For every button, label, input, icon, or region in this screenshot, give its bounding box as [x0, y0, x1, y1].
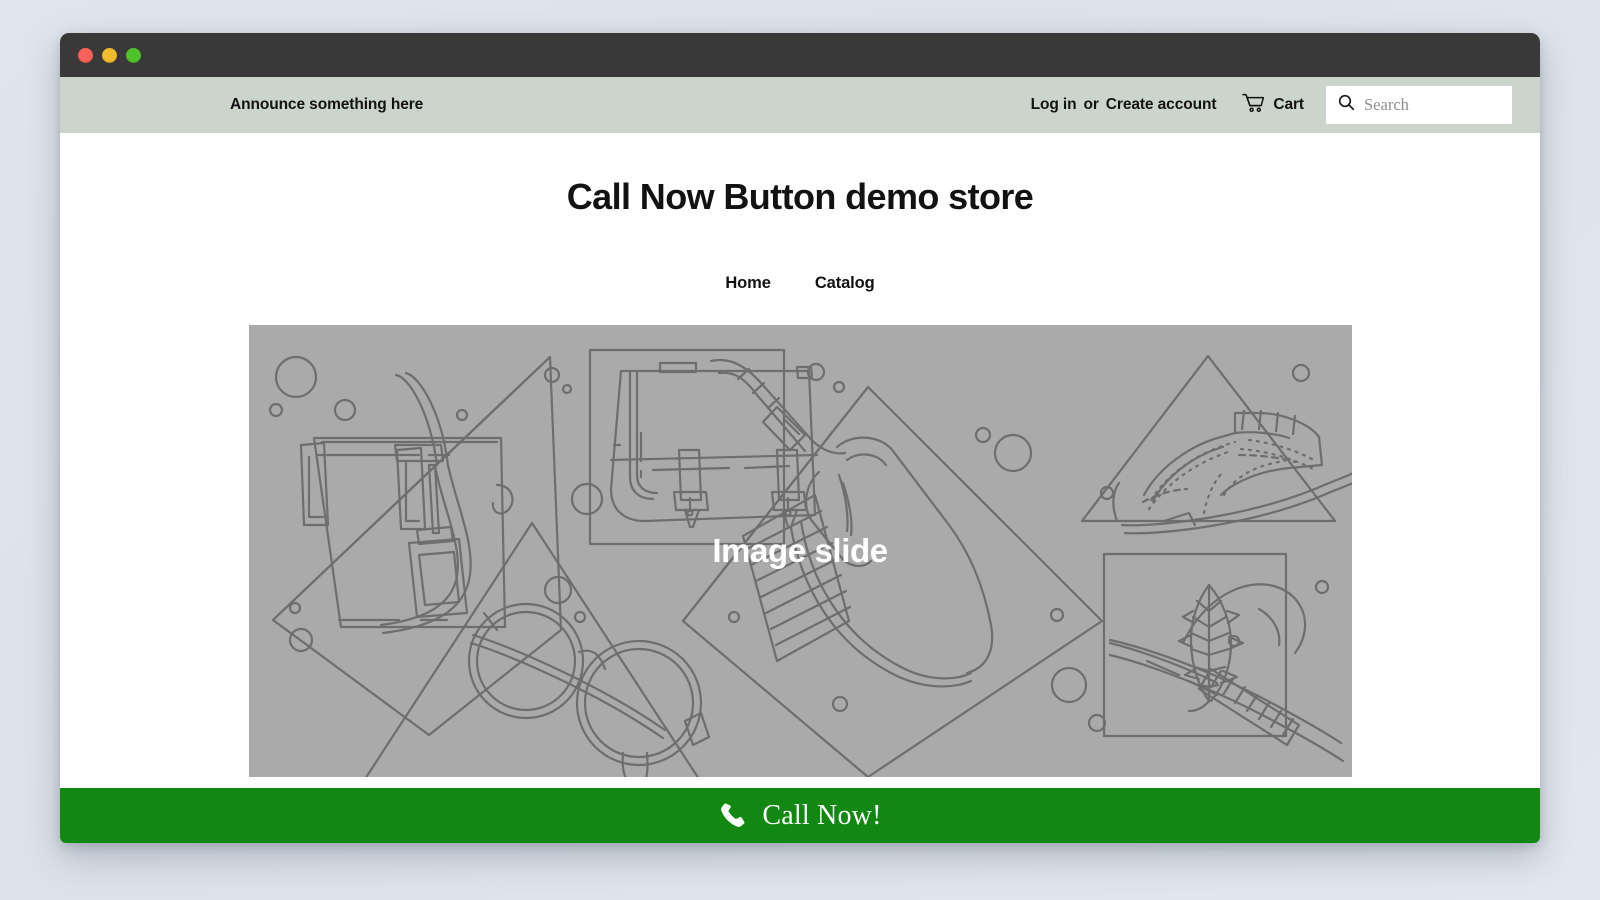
create-account-link[interactable]: Create account — [1106, 96, 1217, 114]
call-now-button[interactable]: Call Now! — [60, 788, 1540, 843]
search-input[interactable] — [1364, 95, 1502, 115]
browser-window: Announce something here Log in or Create… — [60, 33, 1540, 843]
main-nav: Home Catalog — [725, 274, 874, 293]
shopping-cart-icon — [1242, 93, 1265, 118]
cart-label: Cart — [1273, 96, 1304, 113]
page-title: Call Now Button demo store — [566, 176, 1034, 217]
window-minimize-button[interactable] — [102, 47, 117, 63]
nav-item-catalog[interactable]: Catalog — [815, 274, 875, 293]
account-nav: Log in or Create account Cart — [1031, 86, 1512, 124]
window-zoom-button[interactable] — [126, 47, 141, 63]
phone-icon — [718, 801, 748, 831]
search-icon — [1338, 94, 1355, 116]
hero-caption: Image slide — [712, 532, 888, 570]
cart-link[interactable]: Cart — [1242, 93, 1304, 118]
window-close-button[interactable] — [78, 47, 93, 63]
store-content: Call Now Button demo store Home Catalog — [60, 133, 1540, 788]
announcement-text: Announce something here — [230, 96, 424, 113]
hero-slideshow[interactable]: Image slide — [248, 325, 1352, 778]
browser-title-bar — [60, 33, 1540, 77]
search-box[interactable] — [1326, 86, 1512, 124]
announcement-bar: Announce something here Log in or Create… — [60, 77, 1540, 133]
nav-separator: or — [1083, 96, 1099, 113]
nav-item-home[interactable]: Home — [725, 274, 771, 293]
call-now-label: Call Now! — [762, 799, 882, 831]
log-in-link[interactable]: Log in — [1031, 96, 1077, 114]
